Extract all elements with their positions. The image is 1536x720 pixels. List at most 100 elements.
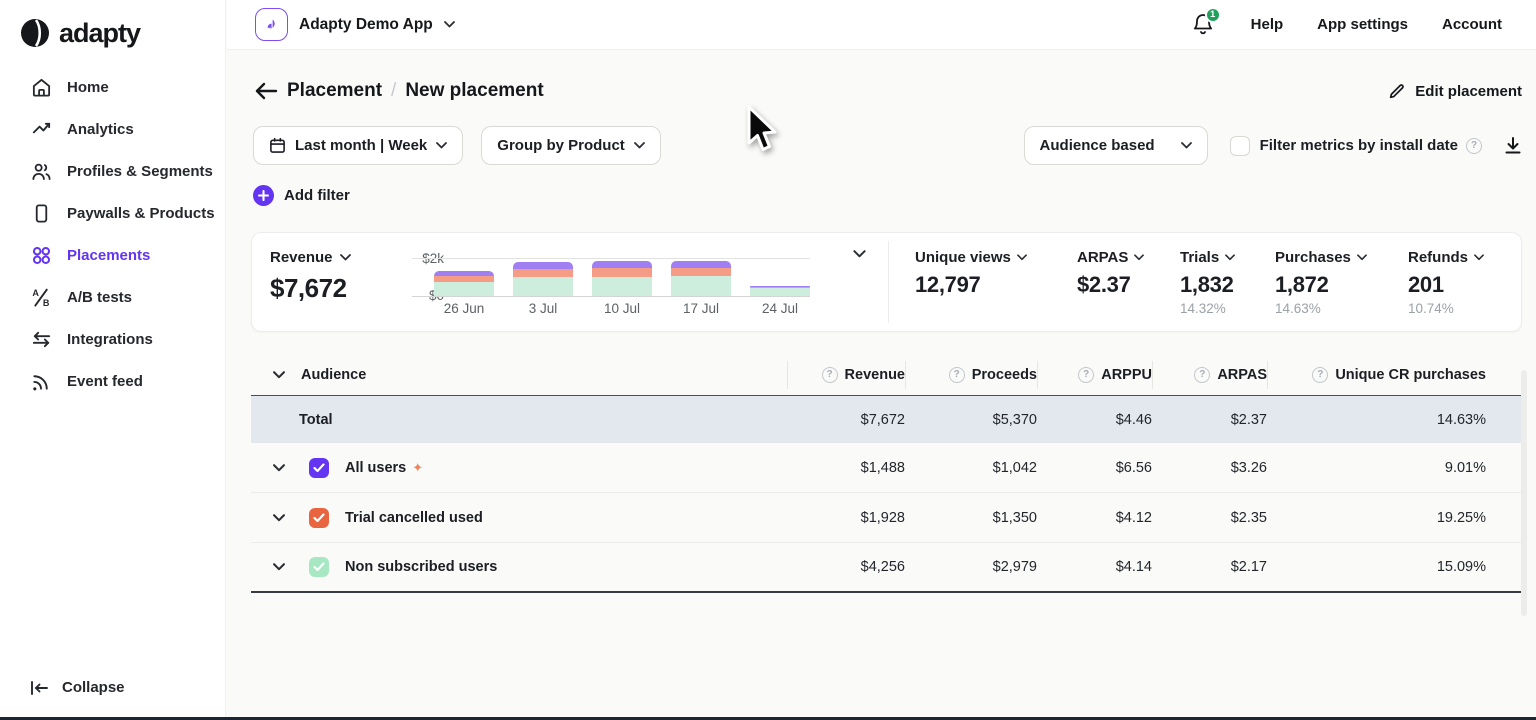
sidebar-item-paywalls-products[interactable]: Paywalls & Products (0, 192, 225, 234)
sidebar-item-analytics[interactable]: Analytics (0, 108, 225, 150)
sidebar-item-placements[interactable]: Placements (0, 234, 225, 276)
sidebar-item-label: Home (67, 79, 109, 96)
sidebar-item-ab-tests[interactable]: AB A/B tests (0, 276, 225, 318)
adapty-logo[interactable]: adapty (0, 0, 225, 52)
help-circle-icon[interactable]: ? (1078, 367, 1094, 383)
row-checkbox[interactable] (309, 458, 329, 478)
row-expand-chevron[interactable] (273, 464, 287, 472)
column-header-proceeds[interactable]: ?Proceeds (905, 361, 1037, 389)
app-icon (255, 8, 288, 41)
back-button[interactable] (253, 78, 279, 104)
column-label: Revenue (845, 367, 905, 383)
collapse-icon (30, 680, 49, 696)
arrow-left-icon (254, 82, 278, 100)
svg-text:B: B (42, 298, 49, 308)
stat-dropdown[interactable]: ARPAS (1077, 249, 1166, 266)
notifications-button[interactable]: 1 (1191, 12, 1217, 38)
plus-icon (253, 185, 274, 206)
stat-sub-value: 14.32% (1180, 301, 1261, 317)
app-switcher[interactable]: Adapty Demo App (255, 8, 455, 41)
stat-dropdown[interactable]: Unique views (915, 249, 1063, 266)
cell-revenue: $1,928 (787, 510, 905, 526)
sidebar-item-event-feed[interactable]: Event feed (0, 360, 225, 402)
chart-x-label: 24 Jul (750, 301, 810, 316)
row-checkbox[interactable] (309, 508, 329, 528)
top-segment (671, 261, 731, 268)
revenue-metric-dropdown[interactable]: Revenue (270, 249, 410, 266)
stat-dropdown[interactable]: Trials (1180, 249, 1261, 266)
phone-icon (30, 202, 52, 224)
svg-text:A: A (32, 288, 39, 298)
stat-dropdown[interactable]: Refunds (1408, 249, 1491, 266)
bottom-segment (434, 282, 494, 296)
date-range-dropdown[interactable]: Last month | Week (253, 126, 463, 165)
chart-bars (432, 258, 812, 296)
notification-badge: 1 (1205, 7, 1221, 23)
audience-mode-dropdown[interactable]: Audience based (1024, 126, 1208, 165)
sidebar-item-label: Event feed (67, 373, 143, 390)
chevron-down-icon (340, 254, 351, 261)
table-row-all-users: All users✦ $1,488 $1,042 $6.56 $3.26 9.0… (251, 443, 1522, 493)
column-header-unique-cr[interactable]: ?Unique CR purchases (1267, 361, 1486, 389)
total-unique-cr: 14.63% (1267, 412, 1486, 428)
sidebar: adapty Home Analytics Profiles & Segment… (0, 0, 226, 720)
app-settings-link[interactable]: App settings (1317, 16, 1408, 33)
bottom-segment (592, 277, 652, 296)
help-circle-icon[interactable]: ? (1312, 367, 1328, 383)
revenue-bar (434, 271, 494, 296)
cell-arppu: $4.12 (1037, 510, 1152, 526)
stat-label: Purchases (1275, 249, 1351, 266)
stat-sub-value (1077, 301, 1166, 317)
cell-revenue: $1,488 (787, 460, 905, 476)
home-icon (30, 76, 52, 98)
column-label: ARPAS (1217, 367, 1267, 383)
page-header: Placement / New placement Edit placement (253, 74, 1522, 108)
column-header-arppu[interactable]: ?ARPPU (1037, 361, 1152, 389)
main-content: Placement / New placement Edit placement… (227, 50, 1536, 720)
audience-name: All users✦ (345, 460, 423, 476)
sidebar-item-profiles-segments[interactable]: Profiles & Segments (0, 150, 225, 192)
help-circle-icon[interactable]: ? (1194, 367, 1210, 383)
install-date-checkbox[interactable] (1230, 136, 1250, 156)
help-link[interactable]: Help (1251, 16, 1284, 33)
chart-collapse-button[interactable] (853, 245, 866, 263)
download-button[interactable] (1504, 136, 1522, 155)
breadcrumb-parent[interactable]: Placement (287, 80, 382, 102)
stat-sub-value (915, 301, 1063, 317)
sidebar-item-label: Profiles & Segments (67, 163, 213, 180)
total-label: Total (299, 412, 333, 428)
column-header-revenue[interactable]: ? Revenue (787, 361, 905, 389)
stat-trials: Trials 1,832 14.32% (1180, 249, 1261, 331)
topbar-right: 1 Help App settings Account (1191, 12, 1536, 38)
row-expand-chevron[interactable] (273, 514, 287, 522)
audience-header-label[interactable]: Audience (301, 367, 366, 383)
help-circle-icon[interactable]: ? (949, 367, 965, 383)
stat-dropdown[interactable]: Purchases (1275, 249, 1394, 266)
help-circle-icon[interactable]: ? (1466, 138, 1482, 154)
sidebar-collapse-button[interactable]: Collapse (30, 679, 125, 696)
sidebar-item-home[interactable]: Home (0, 66, 225, 108)
chevron-down-icon (853, 250, 866, 258)
logo-wordmark: adapty (59, 18, 140, 49)
integrations-icon (30, 328, 52, 350)
add-filter-button[interactable]: Add filter (253, 185, 1522, 206)
chart-x-label: 17 Jul (671, 301, 731, 316)
filter-toolbar: Last month | Week Group by Product Audie… (253, 126, 1522, 165)
revenue-bar (513, 262, 573, 296)
calendar-icon (269, 137, 286, 154)
help-circle-icon[interactable]: ? (822, 367, 838, 383)
column-header-arpas[interactable]: ? ARPAS (1152, 361, 1267, 389)
row-checkbox[interactable] (309, 557, 329, 577)
collapse-all-chevron[interactable] (273, 371, 287, 379)
feed-icon (30, 370, 52, 392)
account-link[interactable]: Account (1442, 16, 1502, 33)
analytics-icon (30, 118, 52, 140)
total-label-cell: Total (273, 412, 787, 428)
stat-label: ARPAS (1077, 249, 1128, 266)
chevron-down-icon (1017, 254, 1027, 261)
edit-placement-button[interactable]: Edit placement (1388, 82, 1522, 100)
row-expand-chevron[interactable] (273, 563, 287, 571)
table-scrollbar[interactable] (1521, 370, 1527, 616)
group-by-dropdown[interactable]: Group by Product (481, 126, 661, 165)
sidebar-item-integrations[interactable]: Integrations (0, 318, 225, 360)
